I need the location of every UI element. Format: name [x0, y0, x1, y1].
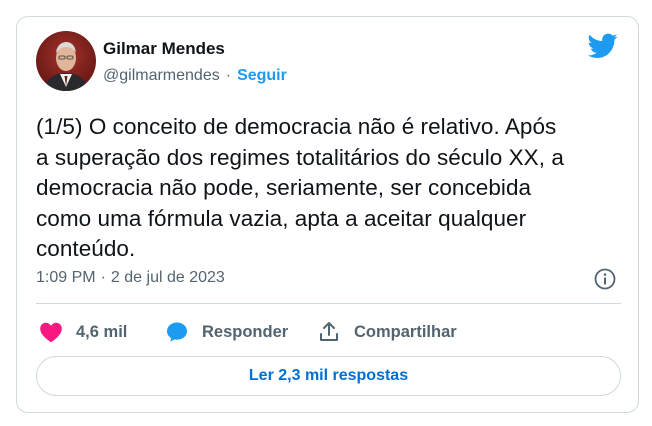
author-name[interactable]: Gilmar Mendes — [103, 39, 225, 59]
tweet-text-line: a superação dos regimes totalitários do … — [36, 144, 564, 170]
author-handle[interactable]: @gilmarmendes — [103, 67, 220, 84]
read-replies-button[interactable]: Ler 2,3 mil respostas — [36, 356, 621, 396]
share-label: Compartilhar — [354, 322, 457, 341]
tweet-card: Gilmar Mendes @gilmarmendes · Seguir (1/5)… — [16, 16, 639, 413]
tweet-text-line: conteúdo. — [36, 236, 136, 261]
tweet-date: 2 de jul de 2023 — [110, 269, 225, 286]
share-upload-icon — [320, 322, 338, 341]
timestamp-separator: · — [100, 269, 106, 286]
tweet-text-line: como uma fórmula vazia, apta a aceitar q… — [36, 205, 527, 231]
tweet-time: 1:09 PM — [36, 269, 96, 286]
heart-icon — [40, 322, 62, 343]
tweet-text: (1/5) O conceito de democracia não é rel… — [36, 112, 621, 265]
tweet-text-line: democracia não pode, seriamente, ser con… — [36, 175, 532, 200]
tweet-timestamp[interactable]: 1:09 PM · 2 de jul de 2023 — [36, 269, 225, 287]
like-count: 4,6 mil — [76, 322, 128, 341]
reply-label: Responder — [202, 322, 289, 341]
tweet-text-line: (1/5) O conceito de democracia não é rel… — [36, 114, 557, 139]
info-icon[interactable] — [593, 267, 617, 291]
divider — [36, 303, 621, 304]
avatar[interactable] — [36, 31, 96, 91]
twitter-bird-icon[interactable] — [588, 33, 618, 59]
share-button[interactable]: Compartilhar — [317, 319, 457, 345]
author-handle-row: @gilmarmendes · Seguir — [103, 67, 287, 85]
handle-separator: · — [225, 67, 232, 84]
like-button[interactable]: 4,6 mil — [39, 319, 127, 345]
speech-bubble-icon — [167, 322, 187, 342]
follow-button[interactable]: Seguir — [237, 67, 287, 84]
reply-button[interactable]: Responder — [165, 319, 288, 345]
